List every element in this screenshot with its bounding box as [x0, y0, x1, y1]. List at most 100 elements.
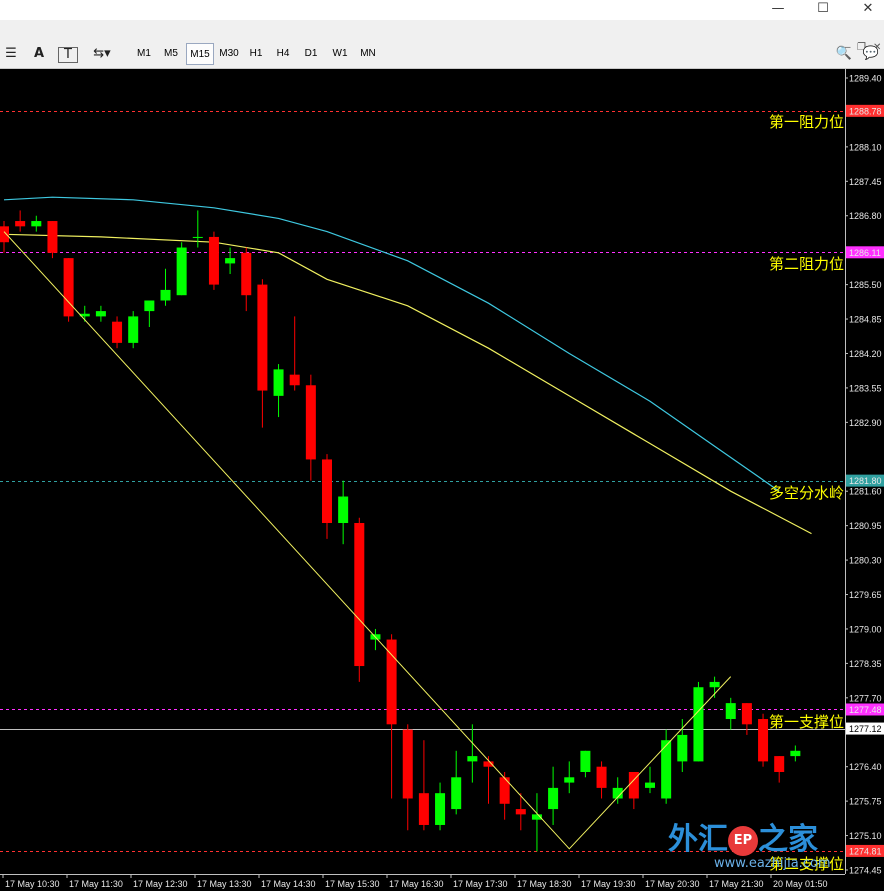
ma-slow-line — [3, 196, 780, 492]
x-tick-label-9: 17 May 19:30 — [581, 879, 636, 889]
candle-body-15 — [241, 252, 252, 296]
chart-toolbar: — ❐ ✕ ☰ A T ⇆▾ M1 M5 M15 M30 H1 H4 D1 W1… — [0, 20, 884, 69]
candle-body-25 — [402, 729, 413, 799]
tf-m30-button[interactable]: M30 — [215, 43, 243, 65]
tf-w1-button[interactable]: W1 — [327, 43, 353, 65]
y-tick-label-3: 1287.45 — [849, 177, 882, 187]
candle-body-40 — [645, 782, 655, 788]
menu-icon[interactable]: ☰ — [2, 44, 20, 64]
y-tick-label-12: 1281.60 — [849, 487, 882, 497]
candle-body-9 — [144, 300, 155, 312]
y-tick-label-1: 1288.78 — [849, 106, 882, 116]
candle-body-32 — [515, 809, 526, 815]
y-tick-label-24: 1274.81 — [849, 846, 882, 856]
search-icon[interactable]: 🔍 — [834, 44, 854, 64]
x-tick-label-1: 17 May 11:30 — [69, 879, 123, 889]
candle-body-22 — [354, 523, 365, 667]
x-tick-label-5: 17 May 15:30 — [325, 879, 380, 889]
y-tick-label-6: 1285.50 — [849, 280, 882, 290]
x-tick-label-10: 17 May 20:30 — [645, 879, 700, 889]
tf-m5-button[interactable]: M5 — [158, 43, 184, 65]
candle-body-13 — [208, 236, 219, 285]
y-tick-label-25: 1274.45 — [849, 866, 882, 876]
y-tick-label-14: 1280.30 — [849, 556, 882, 566]
candle-body-12 — [192, 236, 203, 238]
y-tick-label-21: 1276.40 — [849, 762, 882, 772]
y-tick-label-18: 1277.70 — [849, 693, 882, 703]
level-label-r2: 第二阻力位 — [768, 255, 844, 273]
x-tick-label-0: 17 May 10:30 — [5, 879, 60, 889]
candle-body-27 — [435, 793, 446, 825]
tf-m15-button[interactable]: M15 — [186, 43, 214, 65]
x-tick-label-3: 17 May 13:30 — [197, 879, 252, 889]
y-tick-label-22: 1275.75 — [849, 797, 882, 807]
x-tick-label-6: 17 May 16:30 — [389, 879, 444, 889]
y-tick-label-2: 1288.10 — [849, 142, 882, 152]
ma-fast-line — [3, 233, 812, 535]
candle-body-16 — [257, 284, 268, 391]
candle-body-29 — [467, 756, 478, 762]
y-tick-label-17: 1278.35 — [849, 659, 882, 669]
candle-body-34 — [548, 787, 559, 810]
candle-body-1 — [15, 221, 26, 227]
chat-icon[interactable]: 💬 — [860, 44, 882, 64]
candle-body-7 — [112, 321, 123, 343]
candle-body-49 — [790, 750, 801, 757]
y-tick-label-11: 1281.80 — [849, 476, 882, 486]
maximize-icon[interactable]: ☐ — [808, 0, 838, 20]
window-titlebar: — ☐ ✕ — [0, 0, 884, 20]
y-tick-label-20: 1277.12 — [849, 724, 882, 734]
x-tick-label-12: 20 May 01:50 — [773, 879, 828, 889]
candle-body-45 — [725, 703, 736, 720]
candle-body-6 — [95, 311, 106, 317]
candle-body-4 — [63, 258, 74, 317]
y-tick-label-10: 1282.90 — [849, 418, 882, 428]
candle-body-24 — [386, 639, 397, 725]
candle-body-42 — [677, 734, 688, 762]
candle-body-19 — [305, 385, 316, 460]
tf-m1-button[interactable]: M1 — [131, 43, 157, 65]
tf-h4-button[interactable]: H4 — [270, 43, 296, 65]
candle-body-17 — [273, 369, 284, 396]
candle-body-2 — [31, 221, 42, 227]
level-label-pivot: 多空分水岭 — [768, 484, 844, 502]
watermark-url: www.eazhijia.com — [714, 856, 831, 871]
level-label-r1: 第一阻力位 — [768, 113, 844, 131]
tf-h1-button[interactable]: H1 — [244, 43, 268, 65]
candle-body-48 — [774, 756, 785, 772]
candle-body-11 — [176, 247, 187, 296]
x-tick-label-11: 17 May 21:30 — [709, 879, 764, 889]
y-tick-label-19: 1277.48 — [849, 705, 882, 715]
y-tick-label-5: 1286.11 — [849, 248, 881, 258]
watermark-logo: 外汇 EP 之家 — [668, 822, 818, 857]
x-tick-label-7: 17 May 17:30 — [453, 879, 508, 889]
candle-body-47 — [758, 719, 769, 762]
candle-body-43 — [693, 687, 704, 762]
text-label-icon[interactable]: T — [58, 47, 78, 63]
minimize-icon[interactable]: — — [763, 0, 793, 20]
candle-body-46 — [741, 703, 752, 725]
candle-body-35 — [564, 777, 575, 783]
candle-body-8 — [128, 316, 139, 343]
candle-body-28 — [451, 777, 462, 810]
price-chart[interactable]: 1289.40 1288.78 1288.10 1287.45 1286.80 1286.… — [0, 69, 884, 891]
candle-body-20 — [322, 459, 332, 524]
y-tick-label-16: 1279.00 — [849, 624, 882, 634]
y-tick-label-15: 1279.65 — [849, 590, 882, 600]
y-tick-label-23: 1275.10 — [849, 831, 882, 841]
tf-mn-button[interactable]: MN — [355, 43, 381, 65]
close-icon[interactable]: ✕ — [853, 0, 883, 20]
text-icon[interactable]: A — [30, 44, 48, 64]
tf-d1-button[interactable]: D1 — [298, 43, 324, 65]
candle-body-21 — [338, 496, 349, 524]
x-tick-label-2: 17 May 12:30 — [133, 879, 188, 889]
candle-body-18 — [289, 374, 300, 386]
candle-body-14 — [225, 258, 236, 264]
candle-body-31 — [499, 777, 510, 804]
candle-body-44 — [709, 681, 720, 688]
y-tick-label-4: 1286.80 — [849, 211, 882, 221]
arrows-icon[interactable]: ⇆▾ — [86, 44, 118, 64]
y-tick-label-13: 1280.95 — [849, 521, 882, 531]
level-label-s1: 第一支撑位 — [768, 713, 844, 731]
candle-body-3 — [47, 221, 58, 253]
